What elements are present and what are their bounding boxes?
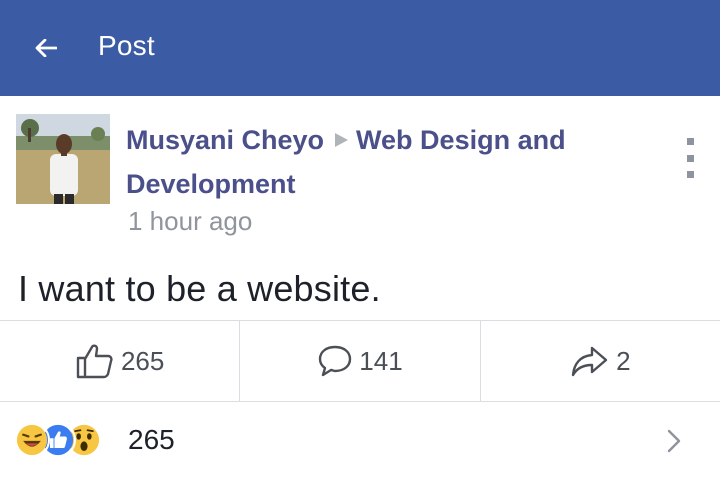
share-button[interactable]: 2 (479, 321, 720, 401)
comment-bubble-icon (319, 345, 352, 377)
reaction-count: 265 (128, 424, 175, 455)
triangle-right-icon (335, 132, 349, 147)
more-options-button[interactable] (680, 138, 700, 178)
post-author-line: Musyani Cheyo Web Design and Development (126, 118, 646, 206)
back-arrow-icon (35, 39, 57, 57)
more-dot-icon (686, 138, 694, 145)
comment-count: 141 (359, 345, 403, 376)
post-text: I want to be a website. (18, 268, 381, 309)
page-title: Post (98, 30, 155, 61)
thumbs-up-icon (76, 344, 113, 379)
post-header: Musyani Cheyo Web Design and Development … (0, 96, 720, 246)
author-name[interactable]: Musyani Cheyo (126, 125, 324, 155)
like-count: 265 (120, 345, 165, 376)
group-name-continued[interactable]: Development (126, 169, 296, 199)
reactions-summary[interactable]: 265 (0, 402, 720, 478)
chevron-right-icon (667, 429, 681, 453)
comment-button[interactable]: 141 (239, 321, 479, 401)
post-action-bar: 265 141 2 (0, 320, 720, 402)
avatar[interactable] (16, 114, 110, 204)
laugh-reaction-icon (14, 422, 50, 458)
top-app-bar: Post (0, 0, 720, 96)
more-dot-icon (686, 171, 694, 178)
reaction-icons (14, 422, 124, 458)
group-name[interactable]: Web Design and (356, 125, 566, 155)
share-arrow-icon (571, 346, 608, 377)
more-dot-icon (686, 154, 694, 162)
share-count: 2 (616, 345, 631, 376)
post-timestamp[interactable]: 1 hour ago (128, 206, 252, 237)
back-button[interactable] (28, 30, 64, 66)
like-button[interactable]: 265 (0, 321, 239, 401)
